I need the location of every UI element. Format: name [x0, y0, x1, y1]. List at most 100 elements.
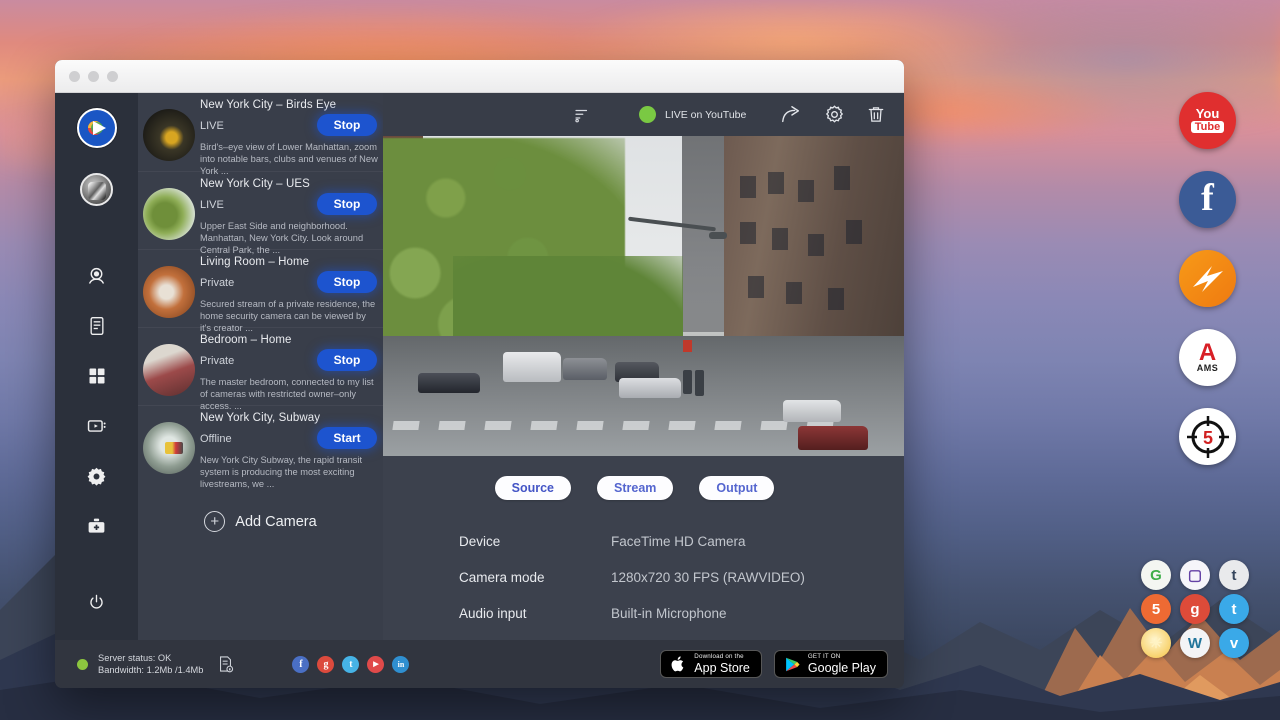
window-titlebar[interactable] — [55, 60, 904, 93]
desktop-small-icon-gumroad[interactable]: G — [1141, 560, 1171, 590]
server-status: Server status: OK Bandwidth: 1.2Mb /1.4M… — [77, 652, 234, 676]
desktop-small-icon-tumblr[interactable]: t — [1219, 560, 1249, 590]
camera-thumbnail — [143, 188, 195, 240]
sidebar-item-logo[interactable] — [77, 108, 117, 148]
camera-toggle-button[interactable]: Stop — [317, 114, 377, 136]
camera-toggle-button[interactable]: Stop — [317, 193, 377, 215]
zoom-button[interactable] — [107, 71, 118, 82]
googleplus-small-glyph: g — [1190, 601, 1199, 618]
camera-toggle-button[interactable]: Stop — [317, 349, 377, 371]
video-streetlamp-head — [709, 232, 727, 239]
spec-value[interactable]: Built-in Microphone — [611, 606, 727, 621]
play-logo-icon — [84, 115, 110, 141]
spec-row: Camera mode 1280x720 30 FPS (RAWVIDEO) — [459, 570, 904, 585]
sidebar-item-broadcast[interactable] — [77, 406, 117, 446]
spec-value[interactable]: 1280x720 30 FPS (RAWVIDEO) — [611, 570, 805, 585]
close-button[interactable] — [69, 71, 80, 82]
sidebar-item-power[interactable] — [77, 582, 117, 622]
document-info-icon[interactable] — [217, 655, 234, 673]
youtube-label-bottom: Tube — [1191, 121, 1224, 133]
audio-levels-button[interactable] — [573, 106, 591, 124]
spec-value[interactable]: FaceTime HD Camera — [611, 534, 746, 549]
desktop-icon-channel-5[interactable]: 5 — [1179, 408, 1236, 465]
app-window: New York City – Birds Eye LIVE Stop Bird… — [55, 60, 904, 688]
video-car — [798, 426, 868, 450]
live-status-label: LIVE on YouTube — [665, 109, 746, 121]
apple-icon — [670, 654, 687, 674]
social-linkedin[interactable]: in — [392, 656, 409, 673]
social-facebook[interactable]: f — [292, 656, 309, 673]
video-car — [503, 352, 561, 382]
tab-output[interactable]: Output — [699, 476, 774, 500]
google-play-label: Google Play — [808, 662, 876, 675]
google-play-badge[interactable]: GET IT ON Google Play — [774, 650, 888, 678]
status-dot-icon — [77, 659, 88, 670]
status-footer: Server status: OK Bandwidth: 1.2Mb /1.4M… — [55, 640, 904, 688]
desktop-small-icon-vimeo[interactable]: v — [1219, 628, 1249, 658]
desktop-small-icon-googleplus[interactable]: g — [1180, 594, 1210, 624]
app-store-badge[interactable]: Download on the App Store — [660, 650, 762, 678]
source-specs: Device FaceTime HD Camera Camera mode 12… — [459, 534, 904, 642]
app-store-small-label: Download on the — [694, 654, 750, 660]
desktop-small-icon-twitch[interactable]: ▢ — [1180, 560, 1210, 590]
sidebar-item-avatar[interactable] — [80, 173, 113, 206]
adobe-a-glyph: A — [1199, 343, 1216, 363]
store-badges: Download on the App Store GET IT ON Goog… — [660, 650, 888, 678]
desktop-icon-wowza[interactable] — [1179, 250, 1236, 307]
camera-list-item[interactable]: Living Room – Home Private Stop Secured … — [138, 249, 383, 327]
spec-key: Camera mode — [459, 570, 611, 585]
video-preview[interactable] — [383, 136, 904, 456]
share-arrow-icon[interactable] — [779, 104, 803, 126]
desktop-small-icon-twitter[interactable]: t — [1219, 594, 1249, 624]
gumroad-glyph: G — [1150, 567, 1162, 584]
desktop-icon-youtube[interactable]: You Tube — [1179, 92, 1236, 149]
social-youtube[interactable]: ▶ — [367, 656, 384, 673]
camera-thumbnail — [143, 266, 195, 318]
twitter-glyph: t — [349, 659, 352, 670]
camera-toggle-button[interactable]: Stop — [317, 271, 377, 293]
camera-toggle-button[interactable]: Start — [317, 427, 377, 449]
svg-text:5: 5 — [1202, 428, 1212, 448]
tablet-list-icon — [87, 316, 107, 336]
tab-stream[interactable]: Stream — [597, 476, 673, 500]
app-store-label: App Store — [694, 662, 750, 675]
add-camera-button[interactable]: + Add Camera — [138, 511, 383, 532]
sidebar-item-dashboard[interactable] — [77, 356, 117, 396]
youtube-glyph: ▶ — [373, 660, 378, 668]
desktop-small-icon-wordpress[interactable]: W — [1180, 628, 1210, 658]
desktop-icon-facebook[interactable]: f — [1179, 171, 1236, 228]
linkedin-glyph: in — [398, 660, 405, 669]
sidebar-item-cameras[interactable] — [77, 256, 117, 296]
camera-list-panel[interactable]: New York City – Birds Eye LIVE Stop Bird… — [138, 93, 383, 640]
live-status-indicator: LIVE on YouTube — [639, 106, 746, 123]
camera-status: Private — [200, 355, 234, 367]
desktop-small-icon-channel5[interactable]: 5 — [1141, 594, 1171, 624]
google-play-small-label: GET IT ON — [808, 654, 876, 660]
desktop-small-icon-sun[interactable]: ☀ — [1141, 628, 1171, 658]
social-twitter[interactable]: t — [342, 656, 359, 673]
status-text: Server status: OK Bandwidth: 1.2Mb /1.4M… — [98, 652, 203, 676]
camera-list-item[interactable]: New York City, Subway Offline Start New … — [138, 405, 383, 483]
gear-icon[interactable] — [824, 104, 845, 125]
sidebar-item-toolkit[interactable] — [77, 506, 117, 546]
twitch-glyph: ▢ — [1188, 566, 1202, 584]
camera-list-item[interactable]: New York City – UES LIVE Stop Upper East… — [138, 171, 383, 249]
trash-icon[interactable] — [866, 104, 886, 125]
live-dot-icon — [639, 106, 656, 123]
camera-list-item[interactable]: New York City – Birds Eye LIVE Stop Bird… — [138, 93, 383, 171]
camera-title: New York City – UES — [200, 178, 310, 190]
minimize-button[interactable] — [88, 71, 99, 82]
grid-icon — [87, 366, 107, 386]
camera-title: Bedroom – Home — [200, 334, 292, 346]
bandwidth-label: Bandwidth: 1.2Mb /1.4Mb — [98, 664, 203, 676]
desktop-small-icon-grid: G ▢ t 5 g t ☀ W v — [1141, 560, 1254, 658]
desktop-icon-adobe-ams[interactable]: A AMS — [1179, 329, 1236, 386]
sidebar-item-settings[interactable] — [77, 456, 117, 496]
video-traffic-sign — [683, 340, 692, 352]
google-plus-glyph: g — [323, 659, 328, 670]
camera-title: New York City – Birds Eye — [200, 99, 336, 111]
sidebar-item-logs[interactable] — [77, 306, 117, 346]
camera-list-item[interactable]: Bedroom – Home Private Stop The master b… — [138, 327, 383, 405]
social-google-plus[interactable]: g — [317, 656, 334, 673]
tab-source[interactable]: Source — [495, 476, 571, 500]
